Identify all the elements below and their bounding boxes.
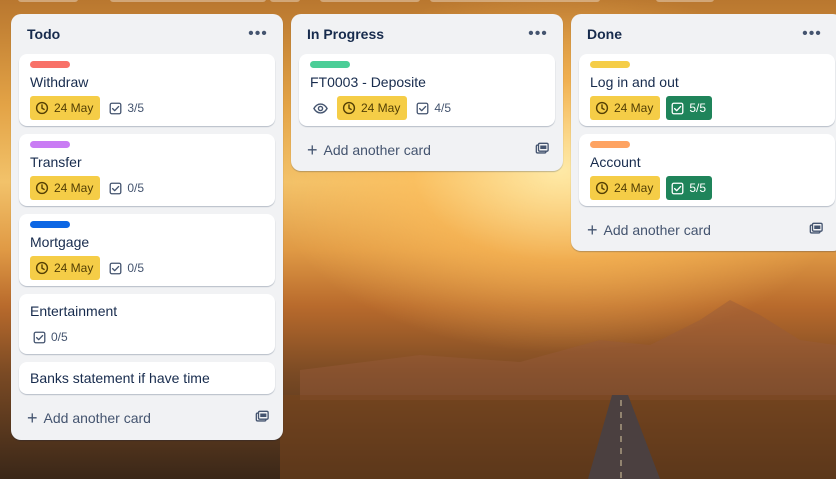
card-title: Mortgage — [30, 234, 90, 250]
checklist-count: 3/5 — [127, 101, 145, 115]
card-label[interactable] — [30, 221, 70, 228]
more-horizontal-icon[interactable]: ••• — [245, 21, 271, 47]
add-card-label: Add another card — [43, 410, 151, 426]
card-label[interactable] — [30, 61, 70, 68]
checkbox-icon — [109, 182, 122, 195]
card-mortgage[interactable]: Mortgage 24 May 0/5 — [19, 214, 275, 286]
clock-icon — [342, 101, 356, 115]
card-title: Log in and out — [590, 74, 679, 90]
card-label[interactable] — [590, 61, 630, 68]
add-card-label: Add another card — [603, 222, 711, 238]
clock-icon — [35, 261, 49, 275]
checklist-count: 5/5 — [689, 101, 707, 115]
card-entertainment[interactable]: Entertainment 0/5 — [19, 294, 275, 354]
list-title: In Progress — [307, 26, 385, 42]
card-label[interactable] — [30, 141, 70, 148]
list-header: Done ••• — [571, 14, 836, 54]
card-title: Banks statement if have time — [30, 370, 210, 386]
checklist-count: 4/5 — [434, 101, 452, 115]
plus-icon: + — [27, 408, 38, 428]
checklist-badge: 4/5 — [413, 96, 454, 120]
checklist-badge: 3/5 — [106, 96, 147, 120]
create-from-template-icon[interactable] — [255, 410, 269, 427]
card-title: Withdraw — [30, 74, 89, 90]
add-card-label: Add another card — [323, 142, 431, 158]
card-ft0003-deposite[interactable]: FT0003 - Deposite 24 May 4/5 — [299, 54, 555, 126]
card-title: Entertainment — [30, 303, 118, 319]
list-title: Todo — [27, 26, 61, 42]
checklist-count: 0/5 — [127, 181, 145, 195]
more-horizontal-icon[interactable]: ••• — [525, 21, 551, 47]
clock-icon — [35, 181, 49, 195]
add-card-button[interactable]: + Add another card — [19, 402, 275, 434]
checklist-complete-badge: 5/5 — [666, 96, 713, 120]
list-todo: Todo ••• Withdraw 24 May 3/5 Transfer 24… — [11, 14, 283, 440]
due-date-text: 24 May — [54, 181, 94, 195]
checklist-count: 0/5 — [51, 330, 68, 344]
plus-icon: + — [587, 220, 598, 240]
card-title: Account — [590, 154, 641, 170]
checkbox-icon — [33, 331, 46, 344]
more-horizontal-icon[interactable]: ••• — [799, 21, 825, 47]
due-date-text: 24 May — [614, 181, 654, 195]
checkbox-icon — [416, 102, 429, 115]
checkbox-icon — [671, 102, 684, 115]
card-log-in-and-out[interactable]: Log in and out 24 May 5/5 — [579, 54, 835, 126]
checklist-badge: 0/5 — [106, 256, 147, 280]
card-transfer[interactable]: Transfer 24 May 0/5 — [19, 134, 275, 206]
clock-icon — [35, 101, 49, 115]
plus-icon: + — [307, 140, 318, 160]
create-from-template-icon[interactable] — [809, 222, 823, 239]
card-title: FT0003 - Deposite — [310, 74, 426, 90]
eye-icon — [310, 96, 331, 120]
add-card-button[interactable]: + Add another card — [579, 214, 829, 246]
due-date-text: 24 May — [54, 261, 94, 275]
clock-icon — [595, 181, 609, 195]
checkbox-icon — [109, 102, 122, 115]
due-date-badge[interactable]: 24 May — [30, 96, 101, 120]
due-date-badge[interactable]: 24 May — [337, 96, 408, 120]
list-in-progress: In Progress ••• FT0003 - Deposite 24 May — [291, 14, 563, 171]
due-date-badge[interactable]: 24 May — [30, 176, 101, 200]
checklist-badge: 0/5 — [30, 325, 71, 349]
create-from-template-icon[interactable] — [535, 142, 549, 159]
card-title: Transfer — [30, 154, 82, 170]
due-date-badge[interactable]: 24 May — [30, 256, 101, 280]
card-withdraw[interactable]: Withdraw 24 May 3/5 — [19, 54, 275, 126]
checkbox-icon — [109, 262, 122, 275]
card-label[interactable] — [310, 61, 350, 68]
list-title: Done — [587, 26, 622, 42]
checklist-complete-badge: 5/5 — [666, 176, 713, 200]
due-date-badge[interactable]: 24 May — [590, 176, 661, 200]
due-date-badge[interactable]: 24 May — [590, 96, 661, 120]
list-header: Todo ••• — [11, 14, 283, 54]
checkbox-icon — [671, 182, 684, 195]
checklist-count: 5/5 — [689, 181, 707, 195]
due-date-text: 24 May — [54, 101, 94, 115]
card-account[interactable]: Account 24 May 5/5 — [579, 134, 835, 206]
add-card-button[interactable]: + Add another card — [299, 134, 555, 166]
card-banks-statement[interactable]: Banks statement if have time — [19, 362, 275, 394]
list-done: Done ••• Log in and out 24 May 5/5 Accou… — [571, 14, 836, 251]
top-strip — [0, 0, 836, 4]
clock-icon — [595, 101, 609, 115]
due-date-text: 24 May — [361, 101, 401, 115]
due-date-text: 24 May — [614, 101, 654, 115]
card-label[interactable] — [590, 141, 630, 148]
checklist-badge: 0/5 — [106, 176, 147, 200]
list-header: In Progress ••• — [291, 14, 563, 54]
checklist-count: 0/5 — [127, 261, 145, 275]
